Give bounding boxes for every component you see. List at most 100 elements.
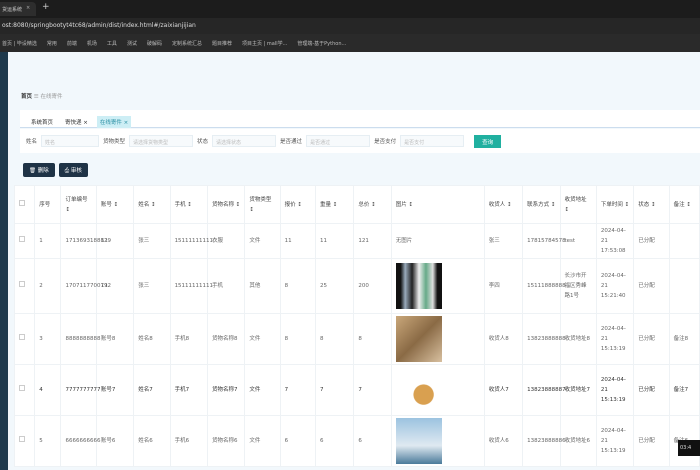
table-row[interactable]: 47777777777账号7姓名7手机7货物名称7文件777收货人7138238… xyxy=(15,365,700,416)
search-form: 姓名姓名货物类型请选择货物类型状态请选择状态是否通过是否通过是否支付是否支付查询 xyxy=(20,129,700,153)
table-cell: 货物名称7 xyxy=(207,365,244,416)
checkbox[interactable] xyxy=(19,200,25,206)
search-field[interactable]: 姓名 xyxy=(41,135,99,147)
query-button[interactable]: 查询 xyxy=(474,135,501,148)
column-header[interactable]: 报价 ↕ xyxy=(280,186,315,224)
delete-button[interactable]: 🗑 删除 xyxy=(23,163,55,177)
column-header[interactable]: 姓名 ↕ xyxy=(134,186,170,224)
tab-send-express[interactable]: 寄快递 × xyxy=(62,116,91,128)
bookmarks-bar: 首页 | 毕设精选 常用 前端 机场 工具 测试 破解码 定制系统汇总 题目推荐 项目主页 | m… xyxy=(0,34,700,52)
bookmark-item[interactable]: 测试 xyxy=(127,40,137,46)
column-header[interactable]: 货物名称 ↕ xyxy=(207,186,244,224)
address-bar[interactable]: ost:8080/springbootyt4tc68/admin/dist/in… xyxy=(0,18,700,34)
row-select[interactable] xyxy=(15,314,35,365)
table-cell: 4 xyxy=(35,365,61,416)
table-cell: 张三 xyxy=(134,259,170,314)
search-label: 货物类型 xyxy=(103,137,125,145)
bookmark-item[interactable]: 项目主页 | mall学... xyxy=(242,40,287,46)
table-cell: 姓名8 xyxy=(134,314,170,365)
column-header[interactable]: 重量 ↕ xyxy=(316,186,354,224)
row-select[interactable] xyxy=(15,365,35,416)
table-cell: 李四 xyxy=(484,259,522,314)
table-cell: 已分配 xyxy=(634,314,669,365)
table-cell: 2024-04-21 15:21:40 xyxy=(596,259,633,314)
search-field[interactable]: 是否通过 xyxy=(306,135,370,147)
search-label: 状态 xyxy=(197,137,208,145)
bookmark-item[interactable]: 前端 xyxy=(67,40,77,46)
table-cell: 2 xyxy=(35,259,61,314)
table-cell: 7 xyxy=(316,365,354,416)
table-cell: 7 xyxy=(354,365,391,416)
column-header[interactable]: 联系方式 ↕ xyxy=(523,186,560,224)
select-all[interactable] xyxy=(15,186,35,224)
column-header[interactable]: 备注 ↕ xyxy=(669,186,699,224)
table-cell: 文件 xyxy=(245,416,280,467)
bookmark-item[interactable]: 首页 | 毕设精选 xyxy=(2,40,37,46)
table-row[interactable]: 56666666666账号6姓名6手机6货物名称6文件666收货人6138238… xyxy=(15,416,700,467)
checkbox[interactable] xyxy=(19,236,25,242)
search-field[interactable]: 请选择状态 xyxy=(212,135,276,147)
table-cell: 收货地址7 xyxy=(560,365,596,416)
checkbox[interactable] xyxy=(19,436,25,442)
bookmark-item[interactable]: 管理端-基于Python... xyxy=(297,40,346,46)
bookmark-item[interactable]: 题目推荐 xyxy=(212,40,232,46)
table-cell: 已分配 xyxy=(634,224,669,259)
column-header[interactable]: 图片 ↕ xyxy=(391,186,484,224)
checkbox[interactable] xyxy=(19,334,25,340)
table-cell: 1713693188829 xyxy=(61,224,96,259)
column-header[interactable]: 状态 ↕ xyxy=(634,186,669,224)
table-cell: 200 xyxy=(354,259,391,314)
checkbox[interactable] xyxy=(19,385,25,391)
breadcrumb-separator: ☰ xyxy=(34,94,39,100)
table-cell: 文件 xyxy=(245,314,280,365)
table-cell: 姓名6 xyxy=(134,416,170,467)
new-tab-icon[interactable]: + xyxy=(42,2,50,12)
breadcrumb: 首页 ☰ 在线寄件 xyxy=(21,92,62,100)
table-row[interactable]: 1171369318882911张三15111111111衣服文件1111121… xyxy=(15,224,700,259)
table-cell: 收货人6 xyxy=(484,416,522,467)
column-header[interactable]: 下单时间 ↕ xyxy=(596,186,633,224)
row-select[interactable] xyxy=(15,224,35,259)
column-header[interactable]: 总价 ↕ xyxy=(354,186,391,224)
table-cell: 15111888888 xyxy=(523,259,560,314)
column-header[interactable]: 收货地址 ↕ xyxy=(560,186,596,224)
column-header[interactable]: 货物类型 ↕ xyxy=(245,186,280,224)
bookmark-item[interactable]: 机场 xyxy=(87,40,97,46)
table-cell: 收货地址6 xyxy=(560,416,596,467)
table-cell: 13823888886 xyxy=(523,416,560,467)
close-icon[interactable]: × xyxy=(26,5,30,11)
column-header[interactable]: 订单编号 ↕ xyxy=(61,186,96,224)
table-row[interactable]: 2170711770079211张三15111111111手机其他825200李… xyxy=(15,259,700,314)
table-cell: 已分配 xyxy=(634,259,669,314)
table-cell: 衣服 xyxy=(207,224,244,259)
checkbox[interactable] xyxy=(19,281,25,287)
table-cell: 2024-04-21 17:53:08 xyxy=(596,224,633,259)
tab-home[interactable]: 系统首页 xyxy=(28,116,56,128)
tab-online-send[interactable]: 在线寄件 × xyxy=(97,116,131,128)
table-cell xyxy=(669,259,699,314)
table-cell: 6666666666 xyxy=(61,416,96,467)
search-field[interactable]: 请选择货物类型 xyxy=(129,135,193,147)
browser-tab[interactable]: 货运系统 × xyxy=(0,2,36,16)
table-cell: 手机8 xyxy=(170,314,207,365)
column-header[interactable]: 收货人 ↕ xyxy=(484,186,522,224)
bookmark-item[interactable]: 破解码 xyxy=(147,40,162,46)
bookmark-item[interactable]: 定制系统汇总 xyxy=(172,40,202,46)
table-cell: 文件 xyxy=(245,365,280,416)
row-select[interactable] xyxy=(15,416,35,467)
table-cell: 8 xyxy=(354,314,391,365)
table-cell: 6 xyxy=(316,416,354,467)
search-field[interactable]: 是否支付 xyxy=(400,135,464,147)
column-header[interactable]: 账号 ↕ xyxy=(96,186,133,224)
bookmark-item[interactable]: 工具 xyxy=(107,40,117,46)
row-select[interactable] xyxy=(15,259,35,314)
table-cell: 11 xyxy=(280,224,315,259)
audit-button[interactable]: ⎙ 审核 xyxy=(59,163,88,177)
table-row[interactable]: 38888888888账号8姓名8手机8货物名称8文件888收货人8138238… xyxy=(15,314,700,365)
breadcrumb-home[interactable]: 首页 xyxy=(21,94,32,100)
tab-title: 货运系统 xyxy=(2,7,22,13)
column-header[interactable]: 序号 xyxy=(35,186,61,224)
column-header[interactable]: 手机 ↕ xyxy=(170,186,207,224)
sidebar xyxy=(0,52,8,470)
bookmark-item[interactable]: 常用 xyxy=(47,40,57,46)
